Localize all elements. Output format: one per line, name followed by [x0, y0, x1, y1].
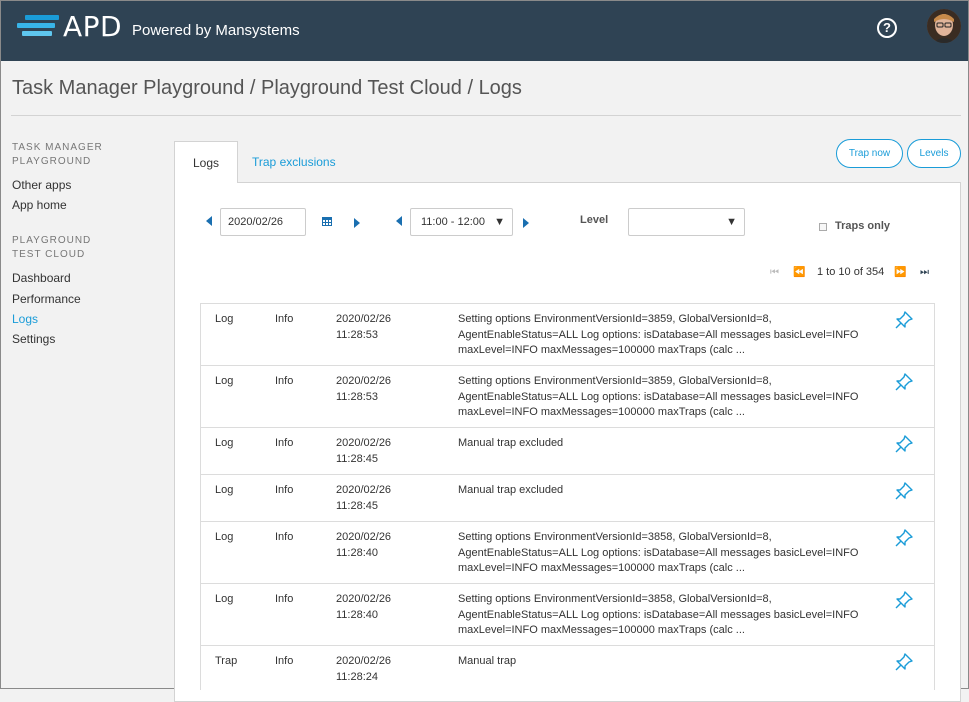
sidebar-heading-task-manager: TASK MANAGER PLAYGROUND — [12, 142, 103, 167]
pin-icon[interactable] — [894, 310, 914, 330]
log-date: 2020/02/26 — [336, 531, 392, 543]
log-timestamp: 2020/02/26 11:28:45 — [336, 436, 416, 467]
prev-page-icon[interactable]: ⏪ — [793, 267, 805, 278]
pin-icon[interactable] — [894, 434, 914, 454]
first-page-icon[interactable]: ⏮ — [770, 267, 779, 278]
log-date: 2020/02/26 — [336, 593, 392, 605]
last-page-icon[interactable]: ⏭ — [920, 267, 929, 278]
log-time: 11:28:40 — [336, 546, 379, 559]
log-time: 11:28:45 — [336, 499, 379, 512]
log-date: 2020/02/26 — [336, 437, 392, 449]
trap-now-button[interactable]: Trap now — [836, 139, 903, 168]
time-range-select[interactable]: 11:00 - 12:00 ▼ — [410, 208, 513, 236]
log-timestamp: 2020/02/26 11:28:40 — [336, 530, 416, 561]
log-level: Info — [275, 484, 294, 496]
log-time: 11:28:53 — [336, 328, 379, 341]
table-row[interactable]: Log Info 2020/02/26 11:28:40 Setting options… — [201, 522, 934, 584]
date-next-icon[interactable] — [354, 218, 360, 228]
log-date: 2020/02/26 — [336, 375, 392, 387]
log-table: Log Info 2020/02/26 11:28:53 Setting options… — [200, 303, 935, 690]
help-icon[interactable]: ? — [877, 18, 897, 38]
date-input[interactable]: 2020/02/26 — [220, 208, 306, 236]
levels-button[interactable]: Levels — [907, 139, 961, 168]
sidebar-item-logs[interactable]: Logs — [12, 312, 38, 326]
top-bar: APD Powered by Mansystems ? — [1, 1, 968, 61]
log-message: Manual trap excluded — [458, 484, 564, 496]
sidebar-item-dashboard[interactable]: Dashboard — [12, 271, 71, 285]
title-divider — [11, 115, 961, 116]
pin-icon[interactable] — [894, 481, 914, 501]
level-select[interactable]: ▼ — [628, 208, 745, 236]
log-message: Setting options EnvironmentVersionId=385… — [458, 375, 859, 418]
next-page-icon[interactable]: ⏩ — [894, 267, 906, 278]
log-type: Log — [215, 484, 234, 496]
app-logo[interactable]: APD — [63, 10, 122, 43]
log-timestamp: 2020/02/26 11:28:53 — [336, 374, 416, 405]
table-row[interactable]: Log Info 2020/02/26 11:28:45 Manual trap exc… — [201, 475, 934, 522]
log-level: Info — [275, 437, 294, 449]
chevron-down-icon: ▼ — [726, 216, 737, 228]
log-date: 2020/02/26 — [336, 313, 392, 325]
traps-only-checkbox[interactable] — [819, 223, 827, 231]
pin-icon[interactable] — [894, 590, 914, 610]
sidebar-heading-test-cloud: PLAYGROUND TEST CLOUD — [12, 235, 92, 260]
user-avatar-icon — [927, 9, 961, 43]
log-type: Log — [215, 531, 234, 543]
log-level: Info — [275, 531, 294, 543]
sidebar-item-other-apps[interactable]: Other apps — [12, 178, 71, 192]
powered-by-text: Powered by Mansystems — [132, 22, 300, 39]
time-prev-icon[interactable] — [396, 216, 402, 226]
table-row[interactable]: Log Info 2020/02/26 11:28:40 Setting options… — [201, 584, 934, 646]
time-range-value: 11:00 - 12:00 — [421, 216, 486, 228]
sidebar-item-settings[interactable]: Settings — [12, 332, 55, 346]
log-level: Info — [275, 655, 294, 667]
table-row[interactable]: Log Info 2020/02/26 11:28:45 Manual trap exc… — [201, 428, 934, 475]
table-row[interactable]: Log Info 2020/02/26 11:28:53 Setting options… — [201, 304, 934, 366]
log-timestamp: 2020/02/26 11:28:40 — [336, 592, 416, 623]
log-type: Log — [215, 313, 234, 325]
calendar-icon[interactable] — [322, 216, 332, 226]
date-prev-icon[interactable] — [206, 216, 212, 226]
page-title: Task Manager Playground / Playground Tes… — [12, 77, 522, 99]
pin-icon[interactable] — [894, 528, 914, 548]
log-timestamp: 2020/02/26 11:28:24 — [336, 654, 416, 685]
log-message: Manual trap — [458, 655, 517, 667]
log-type: Log — [215, 375, 234, 387]
log-timestamp: 2020/02/26 11:28:45 — [336, 483, 416, 514]
log-level: Info — [275, 375, 294, 387]
level-label: Level — [580, 214, 609, 226]
pin-icon[interactable] — [894, 372, 914, 392]
log-message: Manual trap excluded — [458, 437, 564, 449]
log-timestamp: 2020/02/26 11:28:53 — [336, 312, 416, 343]
avatar[interactable] — [927, 9, 961, 43]
log-message: Setting options EnvironmentVersionId=385… — [458, 531, 859, 574]
log-time: 11:28:45 — [336, 452, 379, 465]
log-type: Log — [215, 593, 234, 605]
table-row[interactable]: Trap Info 2020/02/26 11:28:24 Manual trap — [201, 646, 934, 690]
log-message: Setting options EnvironmentVersionId=385… — [458, 593, 859, 636]
logo-stripes-icon — [17, 15, 59, 36]
table-row[interactable]: Log Info 2020/02/26 11:28:53 Setting options… — [201, 366, 934, 428]
log-date: 2020/02/26 — [336, 484, 392, 496]
log-level: Info — [275, 593, 294, 605]
pager-status: 1 to 10 of 354 — [817, 266, 885, 278]
log-type: Trap — [215, 655, 238, 667]
log-date: 2020/02/26 — [336, 655, 392, 667]
log-time: 11:28:53 — [336, 390, 379, 403]
log-message: Setting options EnvironmentVersionId=385… — [458, 313, 859, 356]
chevron-down-icon: ▼ — [494, 216, 505, 228]
sidebar-item-app-home[interactable]: App home — [12, 198, 67, 212]
pin-icon[interactable] — [894, 652, 914, 672]
log-type: Log — [215, 437, 234, 449]
traps-only-label: Traps only — [835, 220, 891, 232]
tab-trap-exclusions[interactable]: Trap exclusions — [234, 141, 354, 183]
log-level: Info — [275, 313, 294, 325]
time-next-icon[interactable] — [523, 218, 529, 228]
log-time: 11:28:40 — [336, 608, 379, 621]
tab-logs[interactable]: Logs — [174, 141, 239, 183]
log-time: 11:28:24 — [336, 670, 379, 683]
sidebar-item-performance[interactable]: Performance — [12, 292, 81, 306]
